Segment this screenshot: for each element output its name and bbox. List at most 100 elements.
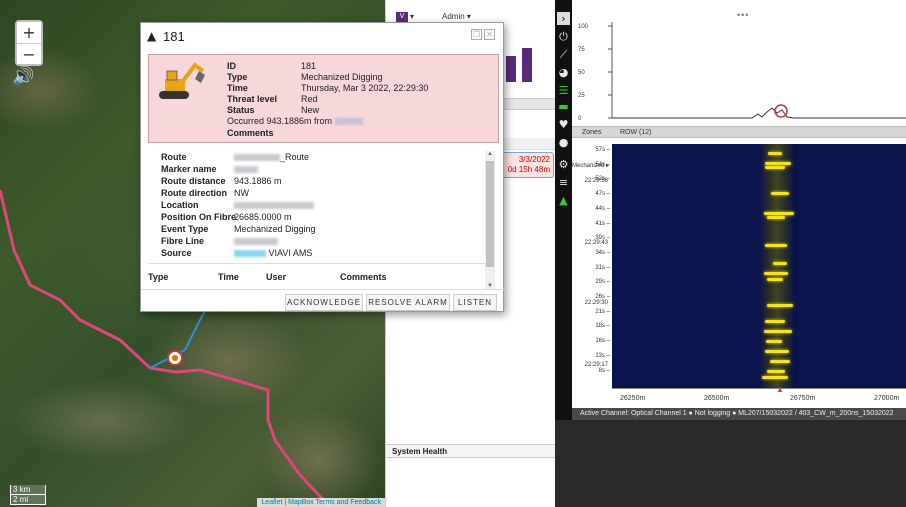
signal-hotspot: [764, 212, 794, 215]
user-menu[interactable]: Admin ▾: [442, 12, 471, 21]
listen-button[interactable]: LISTEN: [453, 294, 497, 311]
waterfall-y-tick: 13s –: [595, 352, 610, 359]
waterfall-time-label: 22:29:30: [584, 300, 608, 306]
occurred-text: Occurred 943.1886m from: [227, 116, 363, 126]
trace-y-axis: 100 75 50 25 0: [578, 24, 612, 122]
restore-icon[interactable]: ❐: [471, 29, 482, 40]
dialog-footer: ACKNOWLEDGE RESOLVE ALARM LISTEN: [141, 289, 505, 313]
viavi-logo-icon[interactable]: V: [396, 12, 408, 22]
waterfall-y-tick: 8s –: [598, 367, 610, 374]
signal-hotspot: [765, 162, 791, 165]
waterfall-x-tick: 26250m: [620, 395, 646, 402]
trace-line: [612, 107, 906, 119]
train-icon[interactable]: ▬: [555, 100, 572, 113]
alarm-marker-icon[interactable]: [167, 350, 183, 366]
signal-hotspot: [766, 340, 782, 343]
waterfall-y-tick: 21s –: [595, 308, 610, 315]
signal-hotspot: [767, 304, 793, 307]
signal-hotspot: [765, 166, 785, 169]
waterfall-time-label: 22:29:56: [584, 178, 608, 184]
comments-label: Comments: [227, 128, 274, 138]
location-pin-icon[interactable]: ●: [555, 136, 572, 149]
alarm-details-dialog: ▲ 181 ❐ ✕ ID 181 Type Mechanized Digging Ti…: [140, 22, 505, 313]
lower-dark-area: [555, 420, 906, 507]
waterfall-y-axis: 57s –54s –52s –47s –44s –41s –39s –34s –…: [572, 144, 612, 388]
redacted-text: [334, 118, 363, 126]
alarm-age: 0d 15h 48m: [507, 165, 550, 174]
zones-label: Zones: [582, 129, 602, 136]
trace-y-tick: 100: [578, 24, 589, 30]
waterfall-y-tick: 16s –: [595, 338, 610, 345]
settings-icon[interactable]: ⚙: [555, 158, 572, 171]
scroll-thumb[interactable]: [486, 161, 494, 267]
signal-hotspot: [773, 262, 787, 265]
channel-status-bar: Active Channel: Optical Channel 1 ● Not …: [572, 408, 906, 420]
acknowledge-button[interactable]: ACKNOWLEDGE: [285, 294, 363, 311]
resolve-alarm-button[interactable]: RESOLVE ALARM: [366, 294, 450, 311]
trace-y-tick: 75: [578, 47, 585, 53]
signal-hotspot: [764, 272, 788, 275]
trace-y-tick: 50: [578, 70, 585, 76]
waterfall-x-axis: 26250m 26500m 26750m 27000m ▲: [612, 385, 906, 406]
waterfall-canvas[interactable]: [612, 144, 906, 388]
scale-km: 3 km: [10, 485, 46, 495]
dialog-title: 181: [163, 29, 185, 44]
events-table-header: Type Time User Comments: [148, 263, 493, 287]
waterfall-y-tick: 47s –: [595, 191, 610, 198]
chart-icon[interactable]: ⟋: [555, 48, 572, 62]
zoom-in-button[interactable]: +: [17, 22, 41, 43]
brand-logo: [506, 48, 538, 82]
list-icon[interactable]: ☰: [555, 84, 572, 97]
signal-hotspot: [768, 152, 782, 155]
waterfall-y-tick: 41s –: [595, 220, 610, 227]
signal-hotspot: [771, 192, 789, 195]
speaker-icon[interactable]: 🔊: [12, 66, 42, 90]
waterfall-y-tick: 44s –: [595, 205, 610, 212]
export-icon[interactable]: ▲: [555, 194, 572, 207]
signal-hotspot: [767, 370, 785, 373]
trace-y-tick: 0: [578, 116, 582, 122]
signal-hotspot: [770, 360, 790, 363]
zoom-out-button[interactable]: −: [17, 43, 41, 64]
position-marker-icon: ▲: [776, 385, 784, 394]
signal-hotspot: [767, 216, 785, 219]
signal-hotspot: [765, 320, 785, 323]
palette-icon[interactable]: ◕: [555, 66, 572, 79]
excavator-icon: [159, 62, 205, 99]
dialog-header[interactable]: ▲ 181 ❐ ✕: [141, 23, 505, 49]
map-attribution[interactable]: Leaflet | MapBox Terms and Feedback: [257, 498, 385, 507]
chevron-down-icon[interactable]: ▾: [410, 12, 414, 21]
close-icon[interactable]: ✕: [484, 29, 495, 40]
waterfall-x-tick: 26750m: [790, 395, 816, 402]
filter-icon[interactable]: ≡: [555, 176, 572, 189]
waterfall-y-tick: 57s –: [595, 147, 610, 153]
heart-icon[interactable]: ♥: [555, 118, 572, 131]
col-user[interactable]: User: [266, 272, 286, 282]
trace-chart: 100 75 50 25 0: [578, 22, 906, 122]
alarm-details-list: Route _Route Marker name Route distance 94…: [161, 152, 316, 258]
map-scale: 3 km 2 mi: [10, 485, 46, 505]
system-health-header[interactable]: System Health: [386, 444, 556, 458]
details-scrollbar[interactable]: ▲ ▼: [485, 151, 495, 289]
expand-icon[interactable]: ›: [557, 12, 570, 25]
alarm-list-item[interactable]: 3/3/2022 0d 15h 48m: [496, 152, 554, 178]
scroll-up-icon[interactable]: ▲: [486, 151, 494, 157]
signal-hotspot: [767, 278, 783, 281]
waterfall-time-label: 22:29:43: [584, 240, 608, 246]
zones-bar: Zones ROW (12): [572, 126, 906, 138]
power-icon[interactable]: ⏻: [555, 30, 572, 44]
col-comments[interactable]: Comments: [340, 272, 387, 282]
signal-hotspot: [765, 350, 789, 353]
col-type[interactable]: Type: [148, 272, 168, 282]
scale-mi: 2 mi: [10, 495, 46, 505]
waterfall-y-tick: 29s –: [595, 279, 610, 286]
waterfall-y-tick: 31s –: [595, 264, 610, 271]
alarm-date: 3/3/2022: [518, 155, 550, 164]
waterfall-heatmap: 57s –54s –52s –47s –44s –41s –39s –34s –…: [572, 144, 906, 408]
signal-hotspot: [762, 376, 788, 379]
trace-y-tick: 25: [578, 93, 585, 99]
alarm-summary: ID 181 Type Mechanized Digging Time Thursda…: [148, 54, 499, 143]
waterfall-x-tick: 26500m: [704, 395, 730, 402]
col-time[interactable]: Time: [218, 272, 239, 282]
waterfall-x-tick: 27000m: [874, 395, 900, 402]
